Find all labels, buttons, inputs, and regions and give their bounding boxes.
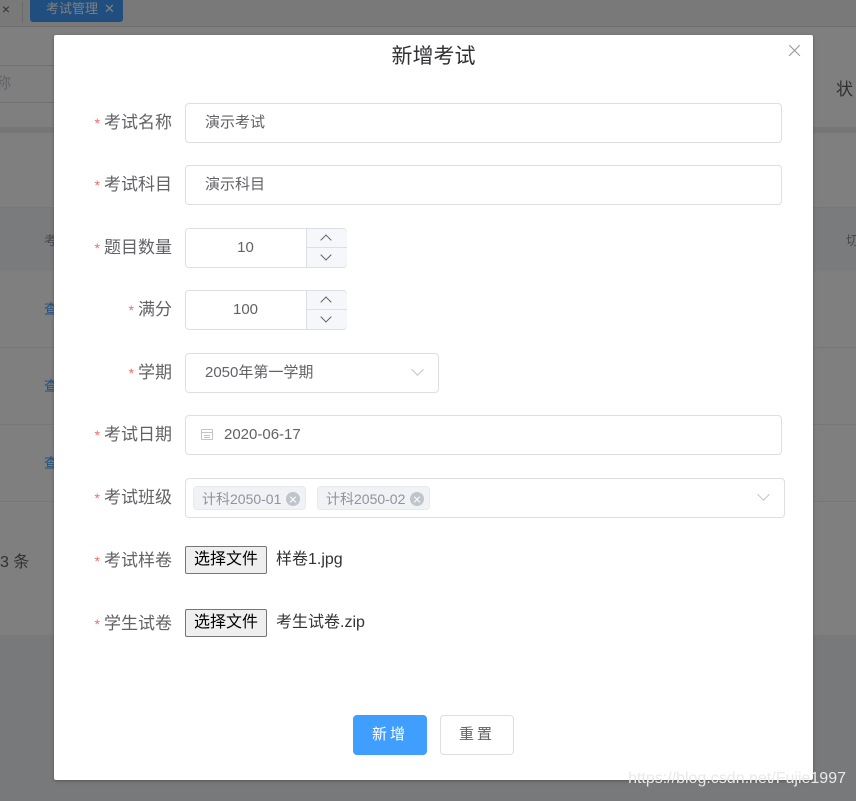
dialog-title: 新增考试 — [391, 45, 476, 68]
required-mark: * — [94, 490, 100, 506]
chevron-down-icon — [320, 249, 332, 261]
add-exam-dialog: 新增考试 * 考试名称 演示考试 * 考试科目 演示科目 * 题目数量 10 * 满分 … — [54, 35, 813, 780]
question-count-stepper[interactable]: 10 — [185, 228, 347, 268]
form-item-exam-name: * 考试名称 演示考试 — [54, 103, 813, 143]
exam-name-input[interactable]: 演示考试 — [185, 103, 782, 143]
field-label: * 题目数量 — [94, 238, 172, 257]
field-label: * 考试日期 — [94, 425, 172, 444]
stepper-value[interactable]: 10 — [186, 229, 305, 267]
form-item-exam-classes: * 考试班级 计科2050-01 计科2050-02 — [54, 478, 813, 518]
increase-button[interactable] — [307, 229, 347, 248]
reset-button[interactable]: 重置 — [440, 715, 514, 755]
field-label: * 考试样卷 — [94, 551, 172, 570]
required-mark: * — [94, 115, 100, 131]
form-item-exam-date: * 考试日期 2020-06-17 — [54, 415, 813, 455]
required-mark: * — [94, 177, 100, 193]
choose-file-button[interactable]: 选择文件 — [185, 609, 268, 637]
stepper-value[interactable]: 100 — [186, 291, 305, 329]
selected-file-name: 考生试卷.zip — [276, 614, 365, 631]
required-mark: * — [94, 553, 100, 569]
form-item-student-paper: * 学生试卷 选择文件 考生试卷.zip — [54, 604, 813, 644]
field-label: * 满分 — [128, 300, 172, 319]
watermark-text: https://blog.csdn.net/Fujie1997 — [628, 770, 846, 787]
full-score-stepper[interactable]: 100 — [185, 290, 347, 330]
decrease-button[interactable] — [307, 310, 347, 329]
close-icon[interactable] — [785, 41, 805, 61]
class-tag: 计科2050-01 — [193, 486, 307, 510]
selected-file-name: 样卷1.jpg — [276, 551, 343, 568]
choose-file-button[interactable]: 选择文件 — [185, 546, 268, 574]
form-item-sample-paper: * 考试样卷 选择文件 样卷1.jpg — [54, 541, 813, 581]
decrease-button[interactable] — [307, 248, 347, 267]
field-label: * 学期 — [128, 363, 172, 382]
semester-select[interactable]: 2050年第一学期 — [185, 353, 439, 393]
class-tag: 计科2050-02 — [317, 486, 431, 510]
field-label: * 考试科目 — [94, 175, 172, 194]
required-mark: * — [94, 240, 100, 256]
chevron-down-icon — [320, 311, 332, 323]
chevron-down-icon — [757, 488, 770, 501]
exam-subject-input[interactable]: 演示科目 — [185, 165, 782, 205]
field-label: * 考试班级 — [94, 488, 172, 507]
required-mark: * — [94, 616, 100, 632]
chevron-up-icon — [320, 234, 332, 246]
tag-close-icon[interactable] — [410, 492, 425, 506]
field-label: * 学生试卷 — [94, 614, 172, 633]
chevron-up-icon — [320, 296, 332, 308]
calendar-icon — [201, 429, 213, 440]
required-mark: * — [94, 427, 100, 443]
form-item-question-count: * 题目数量 10 — [54, 228, 813, 268]
form-item-exam-subject: * 考试科目 演示科目 — [54, 165, 813, 205]
form-item-semester: * 学期 2050年第一学期 — [54, 353, 813, 393]
required-mark: * — [128, 302, 134, 318]
field-label: * 考试名称 — [94, 113, 172, 132]
exam-date-picker[interactable]: 2020-06-17 — [185, 415, 782, 455]
exam-classes-multiselect[interactable]: 计科2050-01 计科2050-02 — [185, 478, 785, 518]
form-item-full-score: * 满分 100 — [54, 290, 813, 330]
stepper-controls — [306, 229, 347, 267]
chevron-down-icon — [411, 363, 424, 376]
stepper-controls — [306, 291, 347, 329]
tag-close-icon[interactable] — [286, 492, 301, 506]
increase-button[interactable] — [307, 291, 347, 310]
required-mark: * — [128, 365, 134, 381]
submit-button[interactable]: 新增 — [353, 715, 427, 755]
